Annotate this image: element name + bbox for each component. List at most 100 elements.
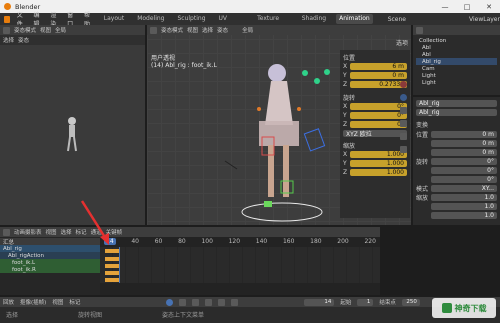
tab-uv-editing[interactable]: UV Editing xyxy=(216,14,248,32)
main-mode-dropdown[interactable]: 姿态模式 xyxy=(161,26,183,34)
rot-y-field[interactable]: 0° xyxy=(349,112,407,119)
start-frame-field[interactable]: 1 xyxy=(357,298,374,306)
play-icon[interactable] xyxy=(205,298,213,306)
pos-label: 位置 xyxy=(416,132,429,139)
object-data-field[interactable]: Abl_rig xyxy=(416,109,497,116)
left-select-menu[interactable]: 选择 xyxy=(3,36,14,44)
keyframe-row[interactable] xyxy=(105,271,119,275)
editor-type-icon[interactable] xyxy=(150,26,157,34)
ds-view-menu[interactable]: 视图 xyxy=(46,228,57,236)
main-global-dropdown[interactable]: 全局 xyxy=(242,26,253,34)
keyframe-area[interactable] xyxy=(100,247,380,283)
rot-x-label: X xyxy=(343,103,348,110)
scene-selector[interactable]: Scene xyxy=(388,16,406,23)
pan-hand-icon[interactable] xyxy=(400,120,407,127)
tab-texture-paint[interactable]: Texture Paint xyxy=(254,14,292,32)
rotation-mode-field[interactable]: XY... xyxy=(431,185,497,192)
tab-shading[interactable]: Shading xyxy=(299,14,329,24)
scale-y-field[interactable]: 1.0 xyxy=(431,203,497,210)
ruler-tick: 100 xyxy=(201,238,213,245)
tab-modeling[interactable]: Modeling xyxy=(134,14,167,24)
channel-action[interactable]: Abl_rigAction xyxy=(0,252,100,259)
close-button[interactable]: ✕ xyxy=(478,3,500,11)
minimize-button[interactable]: — xyxy=(434,3,456,11)
menu-bar: 文件 编辑 渲染 窗口 帮助 Layout Modeling Sculpting… xyxy=(0,12,500,32)
rot-label: 旋转 xyxy=(416,159,429,166)
left-view-menu[interactable]: 视图 xyxy=(40,26,51,34)
jump-start-icon[interactable] xyxy=(179,298,187,306)
current-frame-field[interactable]: 14 xyxy=(304,298,335,306)
outliner-row[interactable]: Abl xyxy=(416,44,497,51)
playback-menu[interactable]: 回放 xyxy=(3,298,14,306)
x-axis-icon[interactable] xyxy=(400,81,407,88)
channel-foot-ik-r[interactable]: foot_ik.R xyxy=(0,266,100,273)
left-viewport-subheader: 选择 姿态 xyxy=(0,35,145,45)
rot-z-field[interactable]: 0° xyxy=(350,121,407,128)
loc-z-field[interactable]: 0.27339 xyxy=(350,81,407,88)
loc-y-field[interactable]: 0 m xyxy=(349,72,407,79)
bottom-marker-menu[interactable]: 标记 xyxy=(69,298,80,306)
main-view-menu[interactable]: 视图 xyxy=(187,26,198,34)
main-pose-menu[interactable]: 姿态 xyxy=(217,26,228,34)
outliner-row-selected[interactable]: Abl_rig xyxy=(416,58,497,65)
scale-z-field[interactable]: 1.0 xyxy=(431,212,497,219)
viewlayer-selector[interactable]: ViewLayer xyxy=(469,16,500,23)
keyframe-row[interactable] xyxy=(105,257,119,261)
scale-x-field[interactable]: 1.000 xyxy=(350,151,407,158)
scale-y-field[interactable]: 1.000 xyxy=(349,160,407,167)
keying-menu[interactable]: 抠像(插帧) xyxy=(20,298,46,306)
rot-x-field[interactable]: 0° xyxy=(431,158,497,165)
options-menu[interactable]: 选项 xyxy=(396,38,408,47)
outliner-icon[interactable] xyxy=(416,26,423,34)
camera-view-icon[interactable] xyxy=(400,133,407,140)
blender-menu-icon[interactable] xyxy=(4,15,10,23)
ruler-tick: 80 xyxy=(178,238,186,245)
prev-key-icon[interactable] xyxy=(192,298,200,306)
rotation-mode-dropdown[interactable]: XYZ 欧拉 xyxy=(343,130,407,138)
scale-z-field[interactable]: 1.000 xyxy=(350,169,407,176)
tab-sculpting[interactable]: Sculpting xyxy=(174,14,208,24)
left-mode-dropdown[interactable]: 姿态模式 xyxy=(14,26,36,34)
outliner-row[interactable]: Light xyxy=(416,72,497,79)
record-icon[interactable] xyxy=(166,298,174,306)
outliner-row[interactable]: Abl xyxy=(416,51,497,58)
frame-ruler[interactable]: 14 40 60 80 100 120 140 160 180 200 220 xyxy=(104,238,376,245)
pos-y-field[interactable]: 0 m xyxy=(431,140,497,147)
perspective-toggle-icon[interactable] xyxy=(400,146,407,153)
maximize-button[interactable]: □ xyxy=(456,3,478,11)
jump-end-icon[interactable] xyxy=(231,298,239,306)
keyframe-summary[interactable] xyxy=(105,249,119,253)
pos-z-field[interactable]: 0 m xyxy=(431,149,497,156)
rot-x-field[interactable]: 0° xyxy=(350,103,407,110)
end-frame-field[interactable]: 250 xyxy=(401,298,420,306)
left-viewport-canvas[interactable] xyxy=(0,45,145,225)
loc-x-label: X xyxy=(343,63,348,70)
zoom-icon[interactable] xyxy=(400,107,407,114)
dope-sheet-editor-icon[interactable] xyxy=(3,228,10,236)
location-heading: 位置 xyxy=(343,55,356,62)
left-global-dropdown[interactable]: 全局 xyxy=(55,26,66,34)
editor-type-icon[interactable] xyxy=(3,26,10,34)
camera-viewport[interactable]: 姿态模式 视图 全局 选择 姿态 xyxy=(0,25,145,225)
pos-x-field[interactable]: 0 m xyxy=(431,131,497,138)
tab-animation[interactable]: Animation xyxy=(336,14,373,24)
left-pose-menu[interactable]: 姿态 xyxy=(18,36,29,44)
keyframe-row[interactable] xyxy=(105,264,119,268)
outliner-row[interactable]: Light xyxy=(416,79,497,86)
outliner-row[interactable]: Cam xyxy=(416,65,497,72)
dope-sheet-mode[interactable]: 动画摄影表 xyxy=(14,228,42,236)
object-name-field[interactable]: Abl_rig xyxy=(416,100,497,107)
ds-select-menu[interactable]: 选择 xyxy=(61,228,72,236)
rot-y-field[interactable]: 0° xyxy=(431,167,497,174)
next-key-icon[interactable] xyxy=(218,298,226,306)
channel-foot-ik-l[interactable]: foot_ik.L xyxy=(0,259,100,266)
loc-x-field[interactable]: 6 m xyxy=(350,63,407,70)
tab-layout[interactable]: Layout xyxy=(101,14,127,24)
scale-x-field[interactable]: 1.0 xyxy=(431,194,497,201)
outliner-row[interactable]: Collection xyxy=(416,37,497,44)
rot-z-field[interactable]: 0° xyxy=(431,176,497,183)
z-axis-icon[interactable] xyxy=(400,94,407,101)
keyframe-row[interactable] xyxy=(105,278,119,282)
main-select-menu[interactable]: 选择 xyxy=(202,26,213,34)
bottom-view-menu[interactable]: 视图 xyxy=(52,298,63,306)
